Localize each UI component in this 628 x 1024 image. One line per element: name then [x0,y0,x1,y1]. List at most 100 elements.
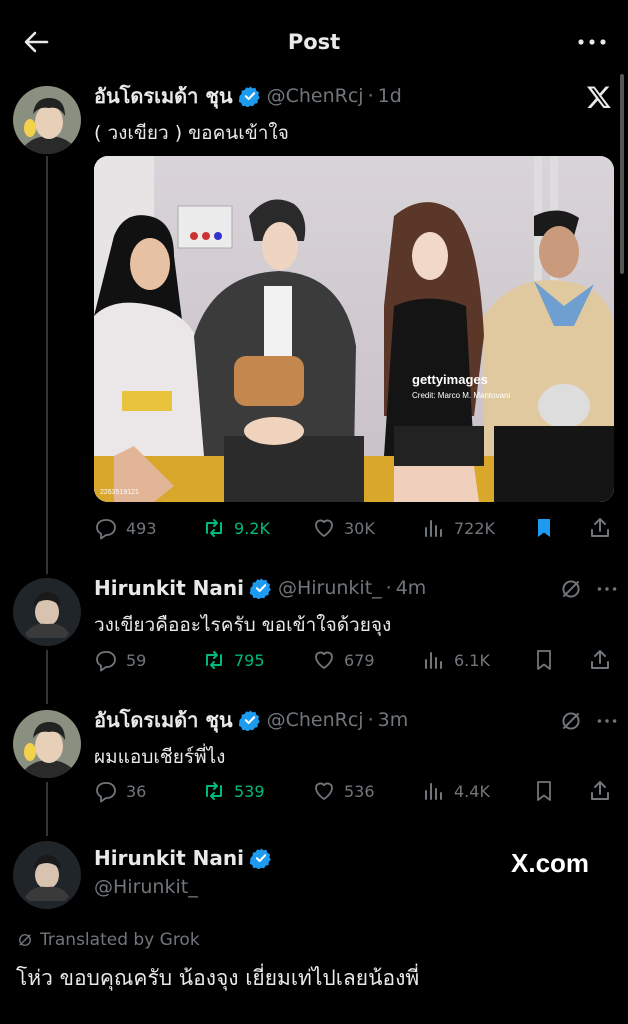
repost-count: 795 [234,650,265,670]
repost-button[interactable]: 795 [202,648,265,672]
like-icon [315,651,333,669]
share-button[interactable] [588,779,620,803]
reply-icon [96,651,116,672]
x-logo-icon[interactable] [586,84,612,110]
reply-actions: 36 539 536 4.4K [94,775,614,807]
reply-button[interactable]: 36 [94,779,146,803]
avatar[interactable] [13,710,81,778]
repost-button[interactable]: 539 [202,779,265,803]
reply-count: 59 [126,650,147,670]
bookmark-button[interactable] [532,516,564,540]
share-button[interactable] [588,648,620,672]
post-image[interactable]: gettyimages Credit: Marco M. Mantovani 2… [94,156,614,502]
avatar[interactable] [13,841,81,909]
more-icon [578,39,606,45]
like-count: 536 [344,781,375,801]
views-button[interactable]: 722K [422,516,495,540]
reply-icon [96,782,116,803]
views-icon [425,783,442,800]
views-button[interactable]: 4.4K [422,779,490,803]
reply-count: 493 [126,518,157,538]
view-count: 4.4K [454,781,490,801]
separator-dot: · [367,709,374,731]
views-icon [425,520,442,537]
grok-icon[interactable] [558,708,584,734]
reply-actions: 59 795 679 6.1K [94,644,614,676]
avatar[interactable] [13,86,81,154]
reply-button[interactable]: 493 [94,516,157,540]
views-button[interactable]: 6.1K [422,648,490,672]
image-credit: Credit: Marco M. Mantovani [412,391,510,400]
reply-header: อันโดรเมด้า ชุน @ChenRcj · 3m [94,706,408,734]
like-count: 679 [344,650,375,670]
grok-icon[interactable] [558,576,584,602]
reply-menu [548,576,620,602]
reply-header: Hirunkit Nani @Hirunkit_ · 4m [94,574,426,602]
view-count: 6.1K [454,650,490,670]
reply-icon [96,519,116,540]
view-count: 722K [454,518,496,538]
bookmark-button[interactable] [532,779,564,803]
bookmark-button[interactable] [532,648,564,672]
like-icon [315,782,333,800]
separator-dot: · [385,577,392,599]
repost-icon [206,519,222,537]
translated-label: Translated by Grok [16,930,200,950]
repost-count: 539 [234,781,265,801]
post-actions: 493 9.2K 30K 722K [94,512,614,544]
bookmark-icon [537,650,551,670]
translated-text: โห่ว ขอบคุณครับ น้องจุง เยี่ยมเท่ไปเลยน้… [16,966,420,990]
thread-line [46,782,48,836]
reply-text: วงเขียวคืออะไรครับ ขอเข้าใจด้วยจุง [94,614,392,636]
image-id: 2263519121 [100,489,139,496]
author-handle[interactable]: @ChenRcj [267,85,364,107]
share-button[interactable] [588,516,620,540]
grok-icon [19,934,31,946]
author-handle[interactable]: @ChenRcj [267,709,364,731]
post-time[interactable]: 1d [378,85,402,107]
views-icon [425,652,442,669]
more-icon[interactable] [594,708,620,734]
verified-icon [238,85,261,108]
repost-icon [206,782,222,800]
more-button[interactable] [576,30,608,54]
card-author: Hirunkit Nani [94,846,272,870]
scrollbar[interactable] [620,74,624,274]
reply-count: 36 [126,781,147,801]
like-button[interactable]: 679 [312,648,375,672]
top-bar: Post [0,0,628,84]
reply-menu [548,708,620,734]
site-label: X.com [511,848,590,878]
repost-icon [206,651,222,669]
repost-count: 9.2K [234,518,270,538]
like-icon [315,519,333,537]
verified-icon [238,709,261,732]
separator-dot: · [367,85,374,107]
like-button[interactable]: 536 [312,779,375,803]
reply-time[interactable]: 3m [378,709,409,731]
like-button[interactable]: 30K [312,516,375,540]
author-name[interactable]: Hirunkit Nani [94,576,244,600]
thread-line [46,156,48,574]
author-name[interactable]: Hirunkit Nani [94,846,244,870]
author-name[interactable]: อันโดรเมด้า ชุน [94,704,233,736]
page-title: Post [287,30,341,54]
verified-icon [249,577,272,600]
bookmark-icon [537,781,551,801]
share-icon [591,518,609,537]
reply-time[interactable]: 4m [396,577,427,599]
author-handle[interactable]: @Hirunkit_ [278,577,382,599]
share-icon [591,781,609,800]
like-count: 30K [344,518,375,538]
author-name[interactable]: อันโดรเมด้า ชุน [94,80,233,112]
reply-button[interactable]: 59 [94,648,146,672]
more-icon[interactable] [594,576,620,602]
author-handle[interactable]: @Hirunkit_ [94,876,198,898]
share-icon [591,650,609,669]
reply-text: ผมแอบเชียร์พี่ไง [94,746,226,768]
post-header: อันโดรเมด้า ชุน @ChenRcj · 1d [94,82,402,110]
repost-button[interactable]: 9.2K [202,516,270,540]
image-watermark: gettyimages [412,372,488,387]
avatar[interactable] [13,578,81,646]
translated-by[interactable]: Translated by Grok [40,930,200,950]
